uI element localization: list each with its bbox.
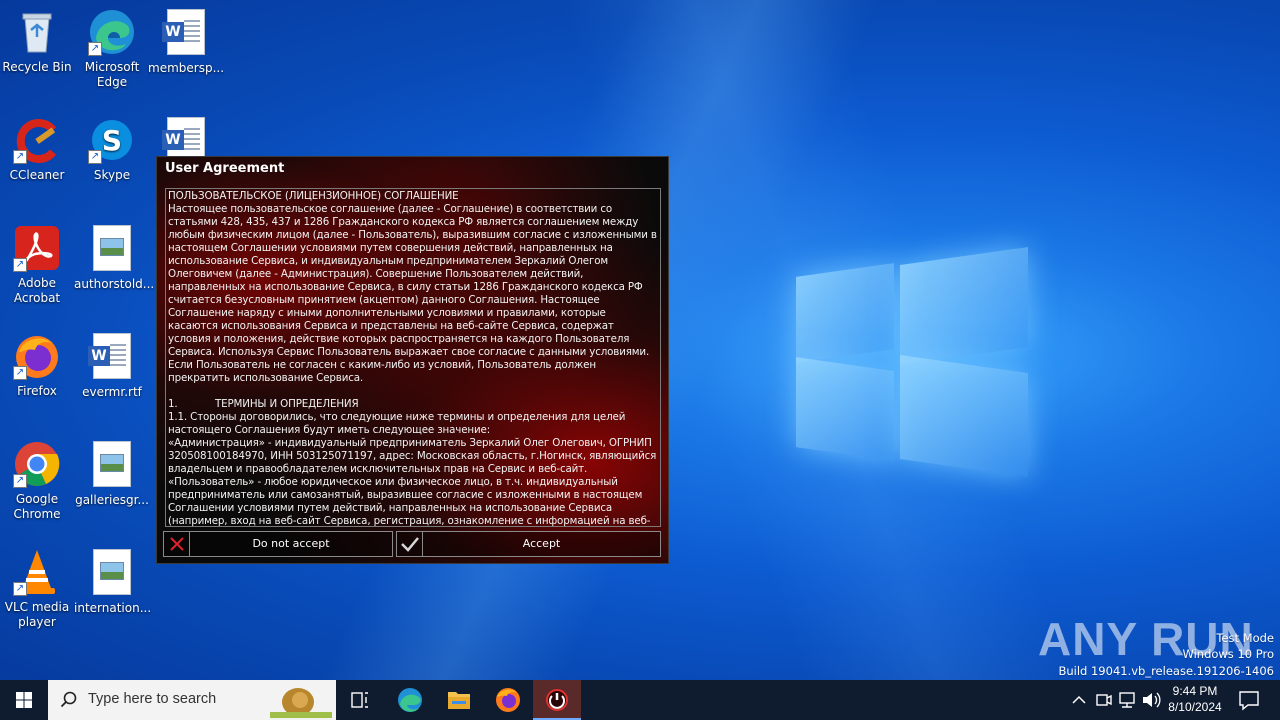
notification-icon bbox=[1239, 691, 1259, 711]
icon-label: Adobe Acrobat bbox=[13, 276, 61, 305]
desktop-icon-membersp[interactable]: W membersp... bbox=[148, 8, 224, 76]
agreement-text-box[interactable]: ПОЛЬЗОВАТЕЛЬСКОЕ (ЛИЦЕНЗИОННОЕ) СОГЛАШЕН… bbox=[165, 188, 661, 527]
desktop-icon-ccleaner[interactable]: ↗ CCleaner bbox=[0, 116, 75, 183]
clock-time: 9:44 PM bbox=[1172, 684, 1218, 698]
checkmark-icon bbox=[397, 532, 423, 556]
app-power-icon bbox=[546, 689, 568, 711]
windows-logo-wallpaper bbox=[796, 240, 1030, 480]
icon-label: VLC media player bbox=[4, 600, 70, 629]
firefox-icon: ↗ bbox=[13, 332, 61, 380]
search-highlight-lion-icon bbox=[270, 688, 332, 718]
desktop-icon-vlc[interactable]: ↗ VLC media player bbox=[0, 548, 75, 630]
agreement-paragraph: Настоящее пользовательское соглашение (д… bbox=[168, 203, 657, 384]
desktop-icon-authorstold[interactable]: authorstold... bbox=[74, 224, 155, 292]
agreement-paragraph: ПОЛЬЗОВАТЕЛЬСКОЕ (ЛИЦЕНЗИОННОЕ) СОГЛАШЕН… bbox=[168, 190, 459, 202]
watermark-build: Build 19041.vb_release.191206-1406 bbox=[1058, 664, 1274, 678]
desktop-icon-firefox[interactable]: ↗ Firefox bbox=[0, 332, 75, 399]
dialog-title: User Agreement bbox=[165, 161, 285, 176]
edge-icon: ↗ bbox=[88, 8, 136, 56]
desktop-icon-galleriesgr[interactable]: galleriesgr... bbox=[74, 440, 150, 508]
shortcut-arrow-icon: ↗ bbox=[13, 258, 27, 272]
edge-icon bbox=[398, 688, 422, 712]
search-placeholder: Type here to search bbox=[88, 691, 217, 707]
show-hidden-icons-button[interactable] bbox=[1068, 680, 1090, 720]
icon-label: internation... bbox=[74, 601, 152, 615]
chevron-up-icon bbox=[1072, 695, 1086, 704]
shortcut-arrow-icon: ↗ bbox=[13, 582, 27, 596]
shortcut-arrow-icon: ↗ bbox=[13, 366, 27, 380]
icon-label: authorstold... bbox=[74, 277, 155, 291]
desktop-icon-microsoft-edge[interactable]: ↗ Microsoft Edge bbox=[74, 8, 150, 90]
close-icon bbox=[164, 532, 190, 556]
action-center-button[interactable] bbox=[1234, 680, 1264, 720]
icon-label: evermr.rtf bbox=[82, 385, 142, 399]
accept-button[interactable]: Accept bbox=[396, 531, 661, 557]
desktop-icon-internation[interactable]: internation... bbox=[74, 548, 152, 616]
agreement-paragraph: 1.1. Стороны договорились, что следующие… bbox=[168, 411, 626, 436]
tray-volume[interactable] bbox=[1140, 680, 1162, 720]
taskbar-clock[interactable]: 9:44 PM 8/10/2024 bbox=[1160, 683, 1230, 715]
firefox-icon bbox=[496, 688, 520, 712]
watermark-edition: Windows 10 Pro bbox=[1182, 647, 1274, 661]
icon-label: Firefox bbox=[17, 384, 57, 398]
agreement-paragraph: «Администрация» - индивидуальный предпри… bbox=[168, 437, 657, 475]
desktop-icon-adobe-acrobat[interactable]: ↗ Adobe Acrobat bbox=[0, 224, 75, 306]
desktop-icon-recycle-bin[interactable]: Recycle Bin bbox=[0, 8, 75, 75]
task-view-button[interactable] bbox=[336, 680, 384, 720]
desktop: Recycle Bin ↗ CCleaner ↗ Adobe Acrobat ↗… bbox=[0, 0, 1280, 680]
taskbar-search-box[interactable]: Type here to search bbox=[48, 680, 336, 720]
icon-label: galleriesgr... bbox=[75, 493, 149, 507]
icon-label: Skype bbox=[93, 168, 131, 182]
clock-date: 8/10/2024 bbox=[1168, 700, 1222, 714]
meet-now-icon bbox=[1096, 694, 1112, 706]
acrobat-icon: ↗ bbox=[13, 224, 61, 272]
icon-label: Microsoft Edge bbox=[84, 60, 140, 89]
shortcut-arrow-icon: ↗ bbox=[13, 150, 27, 164]
icon-label: Recycle Bin bbox=[2, 60, 72, 74]
word-doc-icon: W bbox=[162, 9, 210, 57]
word-doc-icon: W bbox=[88, 333, 136, 381]
tray-network[interactable] bbox=[1116, 680, 1138, 720]
accept-label: Accept bbox=[522, 537, 561, 550]
taskbar-edge[interactable] bbox=[386, 680, 434, 720]
chrome-icon: ↗ bbox=[13, 440, 61, 488]
taskbar-firefox[interactable] bbox=[484, 680, 532, 720]
desktop-icon-evermr[interactable]: W evermr.rtf bbox=[74, 332, 150, 400]
desktop-icon-skype[interactable]: S ↗ Skype bbox=[74, 116, 150, 183]
image-file-icon bbox=[88, 549, 136, 597]
network-icon bbox=[1119, 692, 1135, 708]
start-button[interactable] bbox=[0, 680, 48, 720]
shortcut-arrow-icon: ↗ bbox=[88, 150, 102, 164]
ccleaner-icon: ↗ bbox=[13, 116, 61, 164]
icon-label: membersp... bbox=[148, 61, 225, 75]
agreement-paragraph: 1. ТЕРМИНЫ И ОПРЕДЕЛЕНИЯ bbox=[168, 398, 359, 410]
volume-icon bbox=[1143, 692, 1161, 708]
tray-meet-now[interactable] bbox=[1092, 680, 1114, 720]
icon-label: CCleaner bbox=[9, 168, 65, 182]
skype-icon: S ↗ bbox=[88, 116, 136, 164]
search-icon bbox=[60, 691, 77, 708]
taskbar-file-explorer[interactable] bbox=[435, 680, 483, 720]
shortcut-arrow-icon: ↗ bbox=[88, 42, 102, 56]
shortcut-arrow-icon: ↗ bbox=[13, 474, 27, 488]
image-file-icon bbox=[88, 441, 136, 489]
image-file-icon bbox=[88, 225, 136, 273]
desktop-icon-google-chrome[interactable]: ↗ Google Chrome bbox=[0, 440, 75, 522]
do-not-accept-button[interactable]: Do not accept bbox=[163, 531, 393, 557]
svg-text:S: S bbox=[102, 124, 122, 157]
taskbar-active-app[interactable] bbox=[533, 680, 581, 720]
windows-start-icon bbox=[16, 692, 32, 708]
icon-label: Google Chrome bbox=[13, 492, 61, 521]
task-view-icon bbox=[351, 692, 368, 708]
user-agreement-dialog: User Agreement ПОЛЬЗОВАТЕЛЬСКОЕ (ЛИЦЕНЗИ… bbox=[156, 156, 669, 564]
folder-icon bbox=[448, 692, 470, 709]
recycle-bin-icon bbox=[13, 8, 61, 56]
agreement-paragraph: «Пользователь» - любое юридическое или ф… bbox=[168, 476, 651, 527]
do-not-accept-label: Do not accept bbox=[252, 537, 330, 550]
watermark-test-mode: Test Mode bbox=[1216, 631, 1274, 645]
taskbar: Type here to search 9:44 PM 8/10/2024 bbox=[0, 680, 1280, 720]
vlc-icon: ↗ bbox=[13, 548, 61, 596]
